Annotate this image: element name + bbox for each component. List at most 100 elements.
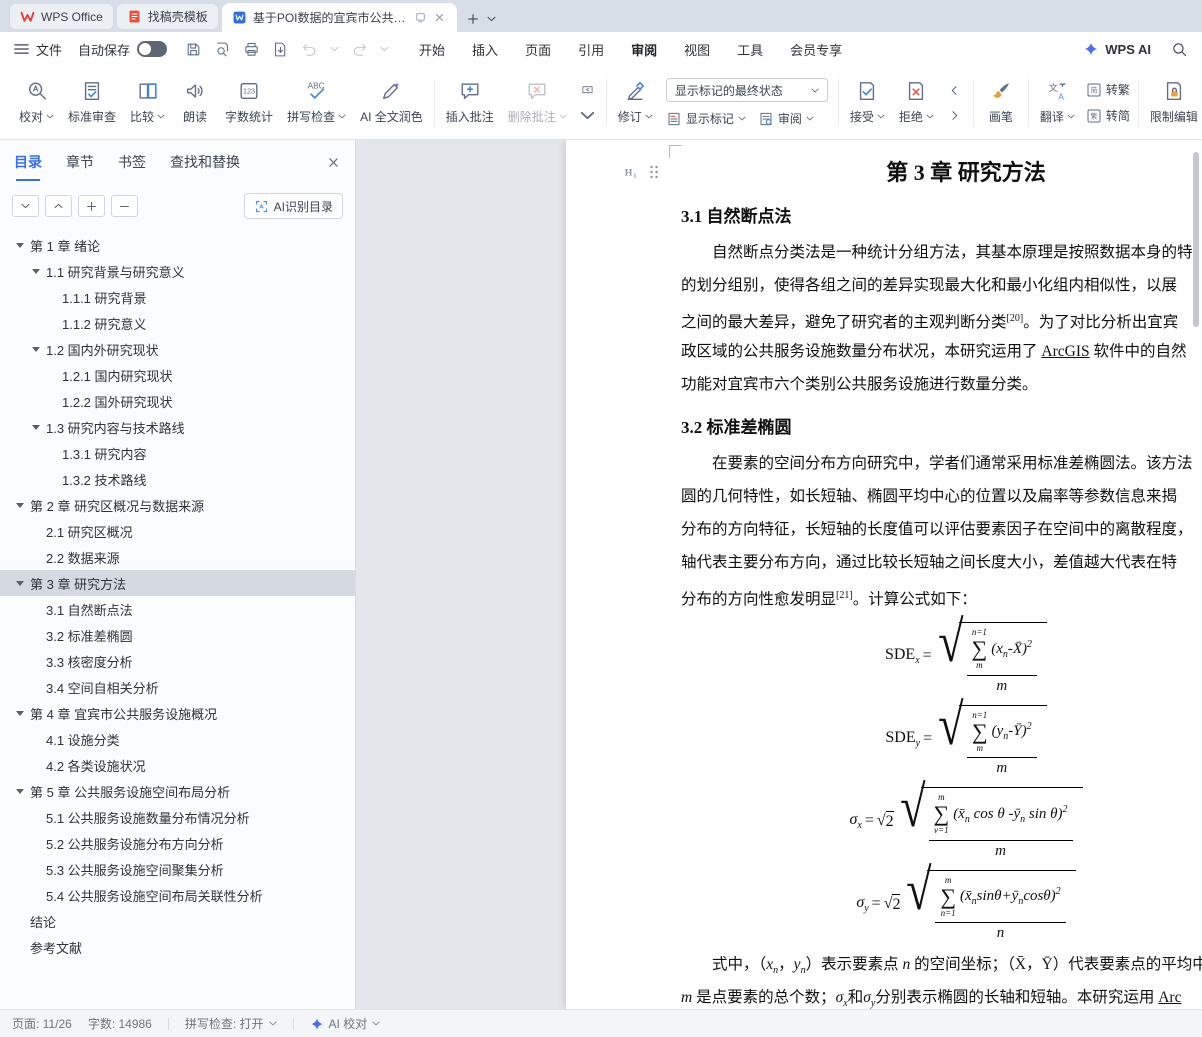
toc-item[interactable]: 参考文献 [0,934,355,960]
toc-item[interactable]: 1.3.2 技术路线 [0,466,355,492]
standard-review-button[interactable]: 标准审查 [62,76,122,129]
heading-level-icon[interactable]: H1 [623,165,639,179]
toc-item[interactable]: 1.2 国内外研究现状 [0,336,355,362]
proofread-button[interactable]: 校对 [13,76,60,129]
toc-item[interactable]: 第 4 章 宜宾市公共服务设施概况 [0,700,355,726]
menu-item-页面[interactable]: 页面 [525,40,551,59]
toc-item[interactable]: 3.1 自然断点法 [0,596,355,622]
print-preview-icon[interactable] [214,41,231,58]
ink-brush-button[interactable]: 画笔 [979,76,1023,129]
read-aloud-button[interactable]: 朗读 [173,76,217,129]
export-icon[interactable] [272,41,289,58]
markup-state-select[interactable]: 显示标记的最终状态 [666,78,828,102]
print-icon[interactable] [243,41,260,58]
toc-expand-icon[interactable] [32,269,40,274]
file-menu[interactable]: 文件 [14,40,62,59]
menu-item-会员专享[interactable]: 会员专享 [790,40,842,59]
accept-button[interactable]: 接受 [844,76,891,129]
menu-item-插入[interactable]: 插入 [472,40,498,59]
undo-icon[interactable] [301,41,318,58]
toc-item[interactable]: 3.3 核密度分析 [0,648,355,674]
toc-expand-icon[interactable] [16,503,24,508]
toc-expand-icon[interactable] [16,789,24,794]
toc-item[interactable]: 1.2.1 国内研究现状 [0,362,355,388]
toc-item[interactable]: 1.3.1 研究内容 [0,440,355,466]
ai-polish-button[interactable]: AI 全文润色 [354,76,429,129]
toc-item[interactable]: 1.2.2 国外研究现状 [0,388,355,414]
toc-item[interactable]: 1.3 研究内容与技术路线 [0,414,355,440]
page-indicator[interactable]: 页面: 11/26 [12,1015,72,1032]
panel-tab-chapters[interactable]: 章节 [66,152,94,172]
panel-close-icon[interactable] [325,154,341,170]
compare-button[interactable]: 比较 [124,76,171,129]
next-change-button[interactable] [945,108,965,123]
toc-item[interactable]: 第 5 章 公共服务设施空间布局分析 [0,778,355,804]
menu-item-视图[interactable]: 视图 [684,40,710,59]
drag-handle-icon[interactable] [646,165,662,179]
toc-item[interactable]: 2.1 研究区概况 [0,518,355,544]
tab-list-icon[interactable] [487,16,496,22]
toc-zoom-in-button[interactable] [78,195,105,217]
to-traditional-button[interactable]: 简转繁 [1086,81,1130,98]
window-tab[interactable]: 基于POI数据的宜宾市公共服... [222,3,457,32]
toc-item[interactable]: 1.1.1 研究背景 [0,284,355,310]
toc-expand-icon[interactable] [16,243,24,248]
track-changes-button[interactable]: 修订 [612,76,659,129]
insert-comment-button[interactable]: 插入批注 [440,76,500,129]
toc-item[interactable]: 5.3 公共服务设施空间聚集分析 [0,856,355,882]
toc-item[interactable]: 第 3 章 研究方法 [0,570,355,596]
toc-expand-icon[interactable] [16,581,24,586]
toc-item[interactable]: 3.4 空间自相关分析 [0,674,355,700]
undo-menu-icon[interactable] [330,46,339,52]
word-count-button[interactable]: 123字数统计 [219,76,279,129]
spell-check-status[interactable]: 拼写检查: 打开 [185,1015,277,1032]
wps-ai-button[interactable]: WPS AI [1083,41,1151,57]
toc-zoom-out-button[interactable] [111,195,138,217]
toc-collapse-button[interactable] [12,195,39,217]
toc-item[interactable]: 2.2 数据来源 [0,544,355,570]
to-simplified-button[interactable]: 繁转简 [1086,107,1130,124]
toc-item[interactable]: 3.2 标准差椭圆 [0,622,355,648]
prev-change-button[interactable] [945,83,965,98]
menu-item-引用[interactable]: 引用 [578,40,604,59]
ai-proof-status[interactable]: AI 校对 [310,1015,381,1032]
toc-expand-icon[interactable] [16,711,24,716]
toc-item[interactable]: 结论 [0,908,355,934]
ai-recognize-toc-button[interactable]: AI识别目录 [244,193,343,219]
toc-item[interactable]: 4.2 各类设施状况 [0,752,355,778]
restrict-edit-button[interactable]: 限制编辑 [1144,76,1202,129]
redo-menu-icon[interactable] [380,46,389,52]
redo-icon[interactable] [351,41,368,58]
autosave-toggle[interactable] [137,41,167,57]
vertical-scrollbar[interactable] [1193,152,1199,327]
reject-button[interactable]: 拒绝 [893,76,940,129]
window-tab[interactable]: WPS Office [10,4,113,29]
translate-button[interactable]: 文A翻译 [1034,76,1081,129]
tab-close-icon[interactable] [433,11,447,25]
toc-item[interactable]: 4.1 设施分类 [0,726,355,752]
toc-item[interactable]: 第 2 章 研究区概况与数据来源 [0,492,355,518]
panel-tab-find-replace[interactable]: 查找和替换 [170,152,240,172]
show-markup-button[interactable]: 显示标记 [666,110,746,127]
menu-item-工具[interactable]: 工具 [737,40,763,59]
toc-item[interactable]: 5.2 公共服务设施分布方向分析 [0,830,355,856]
toc-item[interactable]: 5.1 公共服务设施数量分布情况分析 [0,804,355,830]
toc-expand-icon[interactable] [32,425,40,430]
menu-item-审阅[interactable]: 审阅 [631,40,657,59]
panel-tab-bookmarks[interactable]: 书签 [118,152,146,172]
window-tab[interactable]: 找稿壳模板 [117,4,218,29]
spell-check-button[interactable]: ABC拼写检查 [281,76,352,129]
toc-item[interactable]: 5.4 公共服务设施空间布局关联性分析 [0,882,355,908]
toc-item[interactable]: 第 1 章 绪论 [0,232,355,258]
toc-item[interactable]: 1.1.2 研究意义 [0,310,355,336]
panel-tab-toc[interactable]: 目录 [14,152,42,172]
comment-options-button[interactable] [578,108,598,123]
save-icon[interactable] [185,41,202,58]
toc-expand-icon[interactable] [32,347,40,352]
toc-item[interactable]: 1.1 研究背景与研究意义 [0,258,355,284]
word-count-indicator[interactable]: 字数: 14986 [88,1015,152,1032]
document-page[interactable]: H1 第 3 章 研究方法 3.1 自然断点法自然断点分类法是一种统计分组方法，… [566,140,1202,1009]
prev-comment-button[interactable] [578,83,598,98]
new-tab-icon[interactable] [467,13,479,25]
menu-item-开始[interactable]: 开始 [419,40,445,59]
